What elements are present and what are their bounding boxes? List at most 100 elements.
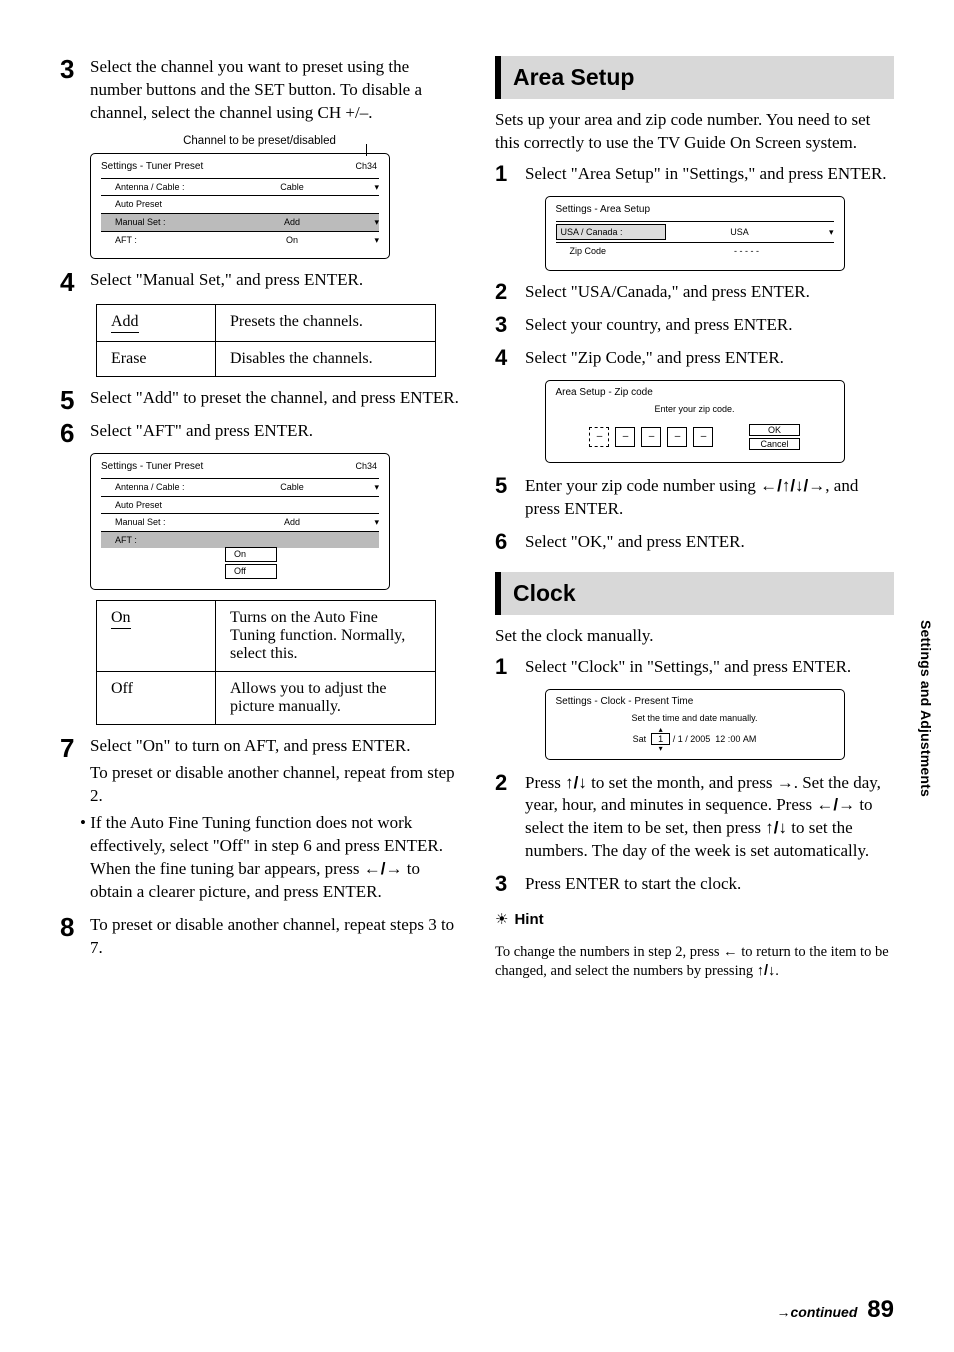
clock-year: 2005	[690, 734, 710, 744]
step-text: Enter your zip code number using ←/↑/↓/→…	[525, 475, 894, 521]
section-intro: Set the clock manually.	[495, 625, 894, 648]
clock-ui: Settings - Clock - Present Time Set the …	[545, 689, 845, 760]
zip-digit: –	[615, 427, 635, 447]
page-number: 89	[867, 1296, 894, 1323]
step-number: 6	[60, 420, 90, 447]
step-number: 8	[60, 914, 90, 964]
right-arrow-icon: →	[777, 773, 794, 792]
area-setup-ui: Settings - Area Setup USA / Canada :USA▾…	[545, 196, 845, 271]
step-text: Select "Clock" in "Settings," and press …	[525, 656, 894, 679]
ui-title: Settings - Tuner Preset	[101, 160, 379, 174]
left-right-arrow-icon: ←/→	[816, 795, 855, 814]
step-number: 3	[495, 314, 525, 341]
table-key: Off	[97, 672, 216, 725]
ui-title: Settings - Tuner Preset	[101, 460, 379, 474]
channel-indicator: Ch34	[355, 160, 377, 173]
table-val: Turns on the Auto Fine Tuning function. …	[216, 601, 436, 672]
zip-code-ui: Area Setup - Zip code Enter your zip cod…	[545, 380, 845, 463]
clock-hour: 12	[715, 734, 725, 744]
page-footer: →continued 89	[777, 1296, 894, 1324]
clock-dow: Sat	[633, 734, 647, 744]
zip-digit: –	[667, 427, 687, 447]
step-number: 1	[495, 656, 525, 683]
step-6: 6 Select "AFT" and press ENTER.	[60, 420, 459, 447]
right-arrow-icon: →	[777, 1304, 791, 1320]
up-down-arrow-icon: ↑/↓	[565, 773, 587, 792]
ui-row: Antenna / Cable :Cable▾	[101, 178, 379, 196]
zip-digit: –	[693, 427, 713, 447]
table-val: Allows you to adjust the picture manuall…	[216, 672, 436, 725]
step-text: Select "Area Setup" in "Settings," and p…	[525, 163, 894, 186]
clock-step-3: 3Press ENTER to start the clock.	[495, 873, 894, 900]
step-number: 2	[495, 281, 525, 308]
table-val: Presets the channels.	[216, 305, 436, 342]
tuner-preset-ui-1: Settings - Tuner Preset Ch34 Antenna / C…	[90, 153, 390, 259]
section-heading-area-setup: Area Setup	[495, 56, 894, 99]
clock-month: 1	[651, 733, 670, 745]
manual-page: 3 Select the channel you want to preset …	[0, 0, 954, 1352]
step-number: 6	[495, 531, 525, 558]
step-number: 5	[495, 475, 525, 525]
four-arrow-icon: ←/↑/↓/→	[760, 476, 825, 495]
step-text: Select "On" to turn on AFT, and press EN…	[90, 735, 459, 758]
ui-row: Antenna / Cable :Cable▾	[101, 478, 379, 496]
on-off-table: OnTurns on the Auto Fine Tuning function…	[96, 600, 436, 725]
ui-row-selected: USA / Canada :USA▾	[556, 221, 834, 243]
aft-option-off: Off	[225, 564, 277, 579]
step-4: 4 Select "Manual Set," and press ENTER.	[60, 269, 459, 296]
area-step-3: 3Select your country, and press ENTER.	[495, 314, 894, 341]
ui-title: Settings - Area Setup	[556, 203, 834, 217]
ui-row: Zip Code- - - - -	[556, 242, 834, 260]
step-text: Press ↑/↓ to set the month, and press →.…	[525, 772, 894, 864]
ui-message: Set the time and date manually.	[556, 713, 834, 723]
table-key: Erase	[97, 342, 216, 377]
ui-row: Manual Set :Add▾	[101, 513, 379, 531]
zip-digit: –	[641, 427, 661, 447]
two-column-layout: 3 Select the channel you want to preset …	[60, 56, 894, 995]
section-intro: Sets up your area and zip code number. Y…	[495, 109, 894, 155]
step-bullet: • If the Auto Fine Tuning function does …	[90, 812, 459, 904]
section-heading-clock: Clock	[495, 572, 894, 615]
clock-ampm: AM	[743, 734, 757, 744]
ui-title: Area Setup - Zip code	[556, 387, 834, 398]
pointer-line	[366, 144, 367, 156]
step-text: Select "Add" to preset the channel, and …	[90, 387, 459, 410]
step-text: Select "AFT" and press ENTER.	[90, 420, 459, 443]
left-right-arrow-icon: ←/→	[364, 859, 403, 878]
right-column: Area Setup Sets up your area and zip cod…	[495, 56, 894, 995]
step-8: 8 To preset or disable another channel, …	[60, 914, 459, 964]
ui-row-selected: AFT :	[101, 531, 379, 549]
hint-heading: Hint	[495, 910, 894, 928]
step-number: 4	[60, 269, 90, 296]
area-step-1: 1 Select "Area Setup" in "Settings," and…	[495, 163, 894, 190]
continued-label: continued	[791, 1304, 858, 1320]
step-text: Select "Manual Set," and press ENTER.	[90, 269, 459, 292]
ui-row: Auto Preset	[101, 496, 379, 514]
step-text: Select "Zip Code," and press ENTER.	[525, 347, 894, 370]
area-step-2: 2Select "USA/Canada," and press ENTER.	[495, 281, 894, 308]
step-text: Select your country, and press ENTER.	[525, 314, 894, 337]
clock-min: 00	[730, 734, 740, 744]
tuner-preset-ui-2: Settings - Tuner Preset Ch34 Antenna / C…	[90, 453, 390, 590]
step-number: 3	[60, 56, 90, 129]
step-text: Select "OK," and press ENTER.	[525, 531, 894, 554]
ui-title: Settings - Clock - Present Time	[556, 696, 834, 707]
aft-option-on: On	[225, 547, 277, 562]
table-key: Add	[97, 305, 216, 342]
ok-button: OK	[749, 424, 799, 436]
step-text: To preset or disable another channel, re…	[90, 762, 459, 808]
step-text: Select the channel you want to preset us…	[90, 56, 459, 125]
channel-note: Channel to be preset/disabled	[60, 135, 459, 147]
area-step-6: 6Select "OK," and press ENTER.	[495, 531, 894, 558]
up-down-arrow-icon: ↑/↓	[757, 963, 776, 979]
zip-digit: –	[589, 427, 609, 447]
channel-indicator: Ch34	[355, 460, 377, 473]
cancel-button: Cancel	[749, 438, 799, 450]
up-down-arrow-icon: ↑/↓	[765, 818, 787, 837]
table-val: Disables the channels.	[216, 342, 436, 377]
left-column: 3 Select the channel you want to preset …	[60, 56, 459, 995]
hint-text: To change the numbers in step 2, press ←…	[495, 943, 894, 981]
step-number: 3	[495, 873, 525, 900]
zip-digit-row: – – – – – OK Cancel	[556, 424, 834, 450]
ui-message: Enter your zip code.	[556, 404, 834, 414]
